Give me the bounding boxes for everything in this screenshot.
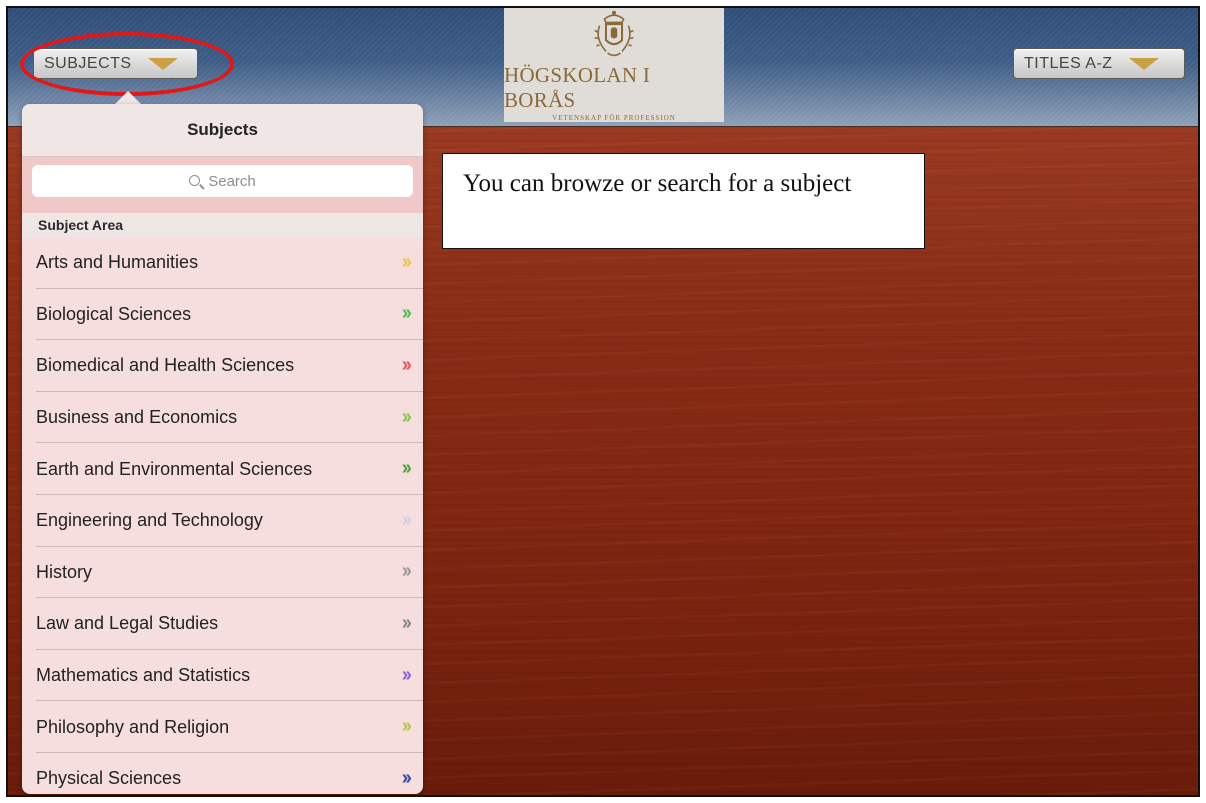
crest-icon bbox=[594, 10, 634, 57]
list-item-label: Mathematics and Statistics bbox=[36, 665, 251, 686]
chevron-right-icon: ›› bbox=[401, 508, 412, 531]
search-input[interactable]: Search bbox=[32, 165, 413, 197]
chevron-right-icon: ›› bbox=[401, 457, 412, 480]
list-item-label: Earth and Environmental Sciences bbox=[36, 458, 313, 479]
list-item[interactable]: Earth and Environmental Sciences ›› bbox=[22, 443, 423, 495]
chevron-right-icon: ›› bbox=[401, 354, 412, 377]
list-item[interactable]: Biological Sciences ›› bbox=[22, 289, 423, 341]
subjects-popover: Subjects Search Subject Area Arts and Hu… bbox=[22, 104, 423, 794]
list-item-label: History bbox=[36, 561, 93, 582]
list-item-label: Biological Sciences bbox=[36, 303, 192, 324]
subjects-button-label: SUBJECTS bbox=[44, 54, 132, 72]
list-item[interactable]: Physical Sciences ›› bbox=[22, 753, 423, 794]
chevron-right-icon: ›› bbox=[401, 302, 412, 325]
list-item[interactable]: Biomedical and Health Sciences ›› bbox=[22, 340, 423, 392]
list-item-label: Arts and Humanities bbox=[36, 252, 199, 273]
logo-tagline: VETENSKAP FÖR PROFESSION bbox=[552, 114, 676, 122]
chevron-right-icon: ›› bbox=[401, 766, 412, 789]
chevron-right-icon: ›› bbox=[401, 611, 412, 634]
list-item-label: Engineering and Technology bbox=[36, 510, 263, 531]
popover-arrow bbox=[114, 91, 142, 105]
popover-title: Subjects bbox=[22, 104, 423, 157]
chevron-right-icon: ›› bbox=[401, 405, 412, 428]
instruction-callout: You can browze or search for a subject bbox=[442, 153, 925, 249]
titles-dropdown-button[interactable]: TITLES A-Z bbox=[1013, 48, 1185, 79]
titles-button-label: TITLES A-Z bbox=[1024, 54, 1113, 72]
list-item-label: Philosophy and Religion bbox=[36, 716, 230, 737]
list-item[interactable]: Mathematics and Statistics ›› bbox=[22, 650, 423, 702]
chevron-right-icon: ›› bbox=[401, 663, 412, 686]
chevron-right-icon: ›› bbox=[401, 715, 412, 738]
university-logo: HÖGSKOLAN I BORÅS VETENSKAP FÖR PROFESSI… bbox=[504, 8, 724, 122]
search-placeholder: Search bbox=[208, 172, 256, 190]
logo-name: HÖGSKOLAN I BORÅS bbox=[504, 63, 651, 112]
section-header: Subject Area bbox=[22, 213, 423, 237]
callout-text: You can browze or search for a subject bbox=[463, 170, 852, 197]
chevron-right-icon: ›› bbox=[401, 560, 412, 583]
list-item[interactable]: Engineering and Technology ›› bbox=[22, 495, 423, 547]
app-frame: SUBJECTS HÖGSKOLAN I BORÅS VETENSKAP FÖR… bbox=[6, 6, 1200, 797]
list-item[interactable]: Business and Economics ›› bbox=[22, 392, 423, 444]
list-item[interactable]: Philosophy and Religion ›› bbox=[22, 701, 423, 753]
list-item-label: Biomedical and Health Sciences bbox=[36, 355, 295, 376]
search-icon bbox=[189, 174, 201, 186]
subjects-dropdown-button[interactable]: SUBJECTS bbox=[33, 48, 198, 79]
list-item[interactable]: Arts and Humanities ›› bbox=[22, 237, 423, 289]
list-item-label: Business and Economics bbox=[36, 407, 238, 428]
list-item-label: Physical Sciences bbox=[36, 768, 182, 789]
caret-down-icon bbox=[1128, 57, 1159, 70]
list-item[interactable]: Law and Legal Studies ›› bbox=[22, 598, 423, 650]
list-item[interactable]: History ›› bbox=[22, 547, 423, 599]
search-bar: Search bbox=[22, 157, 423, 213]
subject-list: Arts and Humanities ›› Biological Sciences… bbox=[22, 237, 423, 794]
caret-down-icon bbox=[147, 57, 178, 70]
chevron-right-icon: ›› bbox=[401, 250, 412, 273]
list-item-label: Law and Legal Studies bbox=[36, 613, 219, 634]
